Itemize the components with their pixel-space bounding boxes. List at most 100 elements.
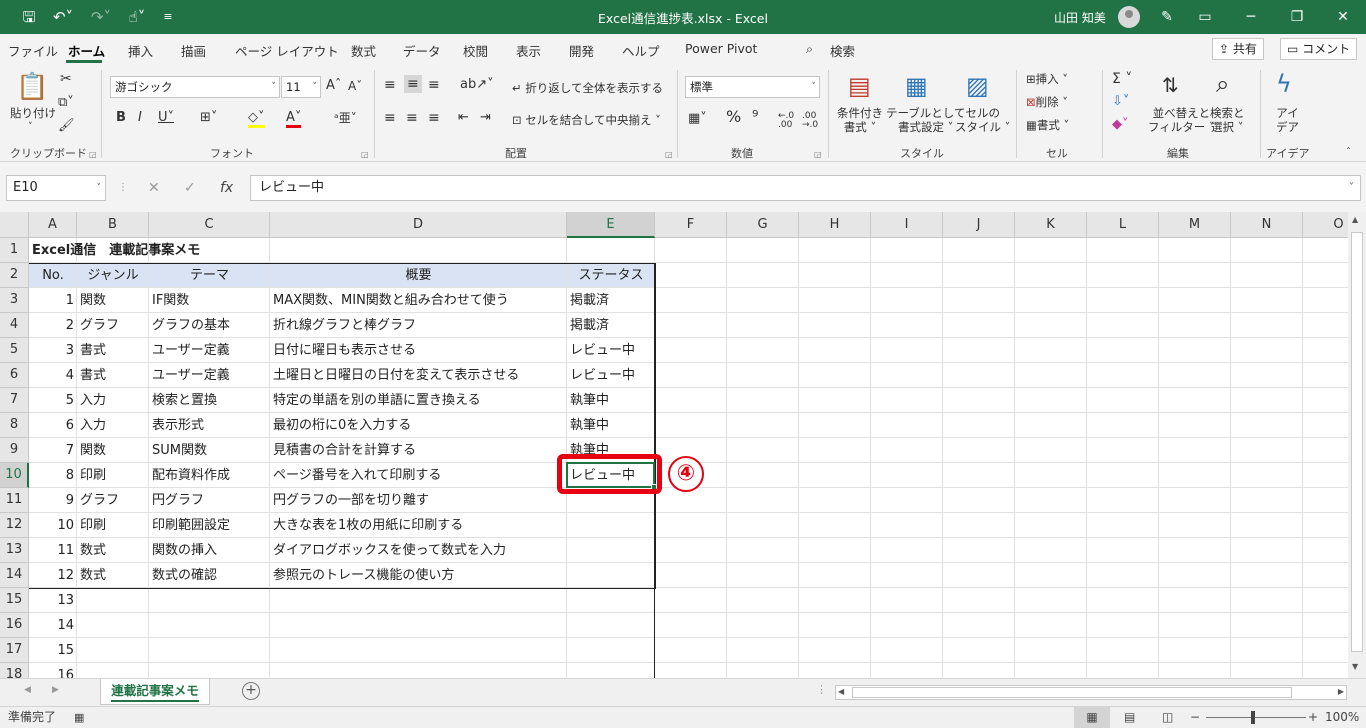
font-name-select[interactable]: 游ゴシック ˅ xyxy=(110,76,280,98)
redo-icon[interactable]: ↷˅ xyxy=(86,6,116,28)
tab-review[interactable]: 校閲 xyxy=(463,41,488,60)
table-row-number[interactable]: 14 xyxy=(29,613,77,638)
tab-file[interactable]: ファイル xyxy=(8,41,58,60)
table-cell[interactable] xyxy=(567,513,655,538)
avatar[interactable] xyxy=(1118,6,1140,28)
copy-icon[interactable]: ⧉˅ xyxy=(58,96,74,110)
table-cell[interactable]: 印刷 xyxy=(77,463,149,488)
align-left-icon[interactable]: ≡ xyxy=(384,111,396,125)
font-size-select[interactable]: 11 ˅ xyxy=(281,76,321,98)
tab-data[interactable]: データ xyxy=(403,41,441,60)
table-cell[interactable] xyxy=(77,588,149,613)
page-layout-view-icon[interactable]: ▤ xyxy=(1124,707,1135,728)
scroll-up-icon[interactable]: ▲ xyxy=(1352,215,1358,224)
column-header-i[interactable]: I xyxy=(871,212,943,238)
zoom-slider-thumb[interactable] xyxy=(1251,711,1255,724)
tab-power-pivot[interactable]: Power Pivot xyxy=(685,41,757,56)
table-row-number[interactable]: 16 xyxy=(29,663,77,678)
tab-page-layout[interactable]: ページ レイアウト xyxy=(235,41,339,60)
tab-draw[interactable]: 描画 xyxy=(181,41,206,60)
table-cell[interactable]: 円グラフ xyxy=(149,488,270,513)
table-cell[interactable]: 配布資料作成 xyxy=(149,463,270,488)
table-cell[interactable]: 書式 xyxy=(77,363,149,388)
table-row-number[interactable]: 1 xyxy=(29,288,77,313)
sheet-tab[interactable]: 連載記事案メモ xyxy=(100,679,210,705)
wrap-text-button[interactable]: ↵ 折り返して全体を表示する xyxy=(512,81,663,95)
table-row-number[interactable]: 4 xyxy=(29,363,77,388)
tab-search[interactable]: 検索 xyxy=(830,41,855,60)
table-cell[interactable] xyxy=(77,638,149,663)
row-header[interactable]: 14 xyxy=(0,563,29,588)
table-cell[interactable]: IF関数 xyxy=(149,288,270,313)
cell-styles-button[interactable]: セルの スタイル ˅ xyxy=(955,106,1010,134)
dialog-launcher-icon[interactable]: ◲ xyxy=(361,148,369,162)
row-header[interactable]: 8 xyxy=(0,413,29,438)
column-header-j[interactable]: J xyxy=(943,212,1015,238)
scroll-down-icon[interactable]: ▼ xyxy=(1352,662,1358,671)
table-cell[interactable]: ページ番号を入れて印刷する xyxy=(270,463,567,488)
column-header-f[interactable]: F xyxy=(655,212,727,238)
ideas-button[interactable]: アイ デア xyxy=(1276,106,1299,134)
save-icon[interactable]: 🖫 xyxy=(18,6,40,28)
row-header[interactable]: 5 xyxy=(0,338,29,363)
table-cell[interactable] xyxy=(77,613,149,638)
chevron-down-icon[interactable]: ˅ xyxy=(28,120,33,134)
table-cell[interactable]: MAX関数、MIN関数と組み合わせて使う xyxy=(270,288,567,313)
row-header[interactable]: 3 xyxy=(0,288,29,313)
table-cell[interactable]: グラフの基本 xyxy=(149,313,270,338)
column-header-o[interactable]: O xyxy=(1303,212,1348,238)
row-header[interactable]: 12 xyxy=(0,513,29,538)
table-cell[interactable]: ユーザー定義 xyxy=(149,363,270,388)
row-header[interactable]: 11 xyxy=(0,488,29,513)
zoom-slider[interactable] xyxy=(1206,717,1306,718)
table-cell[interactable]: 大きな表を1枚の用紙に印刷する xyxy=(270,513,567,538)
insert-function-icon[interactable]: fx xyxy=(220,175,233,201)
table-row-number[interactable]: 6 xyxy=(29,413,77,438)
tab-split-icon[interactable]: ⋮ xyxy=(816,683,827,696)
macro-record-icon[interactable]: ▦ xyxy=(74,707,84,728)
phonetic-icon[interactable]: ᵃ亜˅ xyxy=(334,111,357,125)
row-header[interactable]: 6 xyxy=(0,363,29,388)
table-cell[interactable]: 印刷範囲設定 xyxy=(149,513,270,538)
table-cell[interactable]: 入力 xyxy=(77,413,149,438)
zoom-out-icon[interactable]: − xyxy=(1190,707,1200,728)
percent-icon[interactable]: % xyxy=(726,109,741,125)
cancel-icon[interactable]: ✕ xyxy=(148,175,160,201)
collapse-ribbon-icon[interactable]: ˆ xyxy=(1346,146,1351,160)
table-cell[interactable] xyxy=(149,613,270,638)
table-cell[interactable] xyxy=(567,563,655,588)
border-icon[interactable]: ⊞˅ xyxy=(200,111,217,125)
tab-help[interactable]: ヘルプ xyxy=(622,41,660,60)
table-row-number[interactable]: 9 xyxy=(29,488,77,513)
scroll-right-icon[interactable]: ▶ xyxy=(1338,687,1344,696)
row-header[interactable]: 7 xyxy=(0,388,29,413)
table-row-number[interactable]: 11 xyxy=(29,538,77,563)
merge-center-button[interactable]: ⊡ セルを結合して中央揃え ˅ xyxy=(512,113,661,127)
share-button[interactable]: ⇪ 共有 xyxy=(1212,38,1264,60)
table-cell[interactable] xyxy=(270,588,567,613)
column-header-k[interactable]: K xyxy=(1015,212,1087,238)
page-break-view-icon[interactable]: ◫ xyxy=(1162,707,1173,728)
table-cell[interactable]: 関数 xyxy=(77,288,149,313)
touch-mode-icon[interactable]: ☝˅ xyxy=(122,6,152,28)
tab-insert[interactable]: 挿入 xyxy=(128,41,153,60)
normal-view-icon[interactable]: ▦ xyxy=(1074,707,1110,728)
zoom-level[interactable]: 100% xyxy=(1325,707,1359,728)
table-row-number[interactable]: 3 xyxy=(29,338,77,363)
horizontal-scrollbar[interactable]: ◀ ▶ xyxy=(835,685,1347,700)
format-painter-icon[interactable]: 🖌 xyxy=(58,119,75,133)
table-row-number[interactable]: 7 xyxy=(29,438,77,463)
table-cell[interactable]: 掲載済 xyxy=(567,288,655,313)
autosum-icon[interactable]: Σ ˅ xyxy=(1112,72,1132,86)
dialog-launcher-icon[interactable]: ◲ xyxy=(665,148,673,162)
format-cells-button[interactable]: ▦書式 ˅ xyxy=(1026,118,1069,132)
table-cell[interactable]: レビュー中 xyxy=(567,363,655,388)
formula-input[interactable]: レビュー中 ˅ xyxy=(250,175,1361,201)
table-cell[interactable]: 数式 xyxy=(77,538,149,563)
table-row-number[interactable]: 8 xyxy=(29,463,77,488)
row-header[interactable]: 18 xyxy=(0,663,29,678)
table-cell[interactable]: 表示形式 xyxy=(149,413,270,438)
clear-icon[interactable]: ◆˅ xyxy=(1112,118,1129,132)
row-header[interactable]: 1 xyxy=(0,238,29,263)
format-as-table-icon[interactable]: ▦ xyxy=(905,72,928,100)
